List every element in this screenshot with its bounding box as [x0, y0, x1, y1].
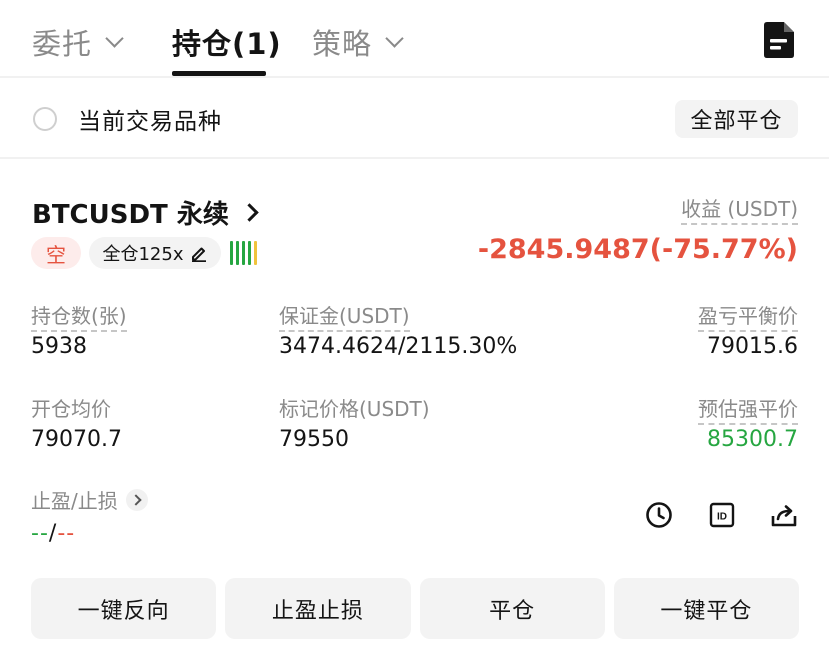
market-close-button[interactable]: 一键平仓 — [613, 578, 799, 639]
tpsl-label: 止盈/止损 — [31, 489, 118, 513]
margin-mode-badge[interactable]: 全仓125x — [89, 237, 221, 269]
size-value: 5938 — [31, 334, 87, 359]
tab-orders[interactable]: 委托 — [32, 20, 124, 64]
mark-price-value: 79550 — [279, 427, 349, 452]
tab-strategy-label: 策略 — [312, 27, 373, 61]
risk-bar — [248, 241, 251, 265]
id-icon[interactable]: ID — [708, 501, 736, 529]
entry-price-value: 79070.7 — [31, 427, 122, 452]
pnl-label[interactable]: 收益 (USDT) — [681, 193, 798, 225]
current-symbol-label[interactable]: 当前交易品种 — [78, 102, 222, 136]
tab-positions[interactable]: 持仓(1) — [172, 20, 282, 64]
symbol-label: BTCUSDT 永续 — [32, 200, 229, 230]
tpsl-button[interactable]: 止盈止损 — [225, 578, 411, 639]
chevron-right-icon — [240, 203, 259, 222]
tpsl-row[interactable]: 止盈/止损 — [31, 485, 148, 514]
pnl-value: -2845.9487(-75.77%) — [477, 234, 798, 265]
margin-mode-label: 全仓125x — [102, 244, 184, 265]
liq-price-label[interactable]: 预估强平价 — [698, 393, 798, 425]
risk-bar — [236, 241, 239, 265]
risk-level-bars — [230, 241, 257, 265]
margin-value: 3474.4624/2115.30% — [279, 334, 518, 359]
chevron-down-icon — [105, 28, 124, 48]
tpsl-value: --/-- — [31, 521, 75, 546]
active-tab-indicator — [172, 71, 266, 76]
risk-bar — [254, 241, 257, 265]
clock-icon[interactable] — [645, 501, 673, 529]
margin-label[interactable]: 保证金(USDT) — [279, 300, 410, 332]
tab-strategy[interactable]: 策略 — [312, 20, 404, 64]
edit-icon — [191, 247, 206, 262]
side-badge: 空 — [31, 237, 81, 269]
liq-price-value: 85300.7 — [707, 427, 798, 452]
tab-orders-label: 委托 — [32, 27, 93, 61]
size-label[interactable]: 持仓数(张) — [31, 300, 127, 332]
reverse-position-button[interactable]: 一键反向 — [31, 578, 217, 639]
current-symbol-radio[interactable] — [33, 107, 57, 131]
chevron-down-icon — [385, 28, 404, 48]
filter-row: 当前交易品种 全部平仓 — [0, 80, 829, 159]
tab-bar: 委托 持仓(1) 策略 — [0, 0, 829, 78]
close-all-button[interactable]: 全部平仓 — [675, 100, 798, 138]
risk-bar — [242, 241, 245, 265]
sl-value: -- — [57, 521, 76, 546]
breakeven-label[interactable]: 盈亏平衡价 — [698, 300, 798, 332]
chevron-right-icon[interactable] — [125, 488, 148, 511]
mark-price-label: 标记价格(USDT) — [279, 397, 430, 421]
entry-price-label: 开仓均价 — [31, 397, 111, 421]
position-symbol[interactable]: BTCUSDT 永续 — [32, 194, 259, 231]
action-button-row: 一键反向 止盈止损 平仓 一键平仓 — [31, 578, 799, 639]
svg-text:ID: ID — [717, 512, 727, 523]
risk-bar — [230, 241, 233, 265]
share-icon[interactable] — [770, 501, 798, 529]
tp-value: -- — [31, 521, 49, 546]
close-position-button[interactable]: 平仓 — [419, 578, 605, 639]
tab-positions-label: 持仓(1) — [172, 27, 282, 61]
breakeven-value: 79015.6 — [707, 334, 798, 359]
document-icon[interactable] — [764, 22, 794, 58]
